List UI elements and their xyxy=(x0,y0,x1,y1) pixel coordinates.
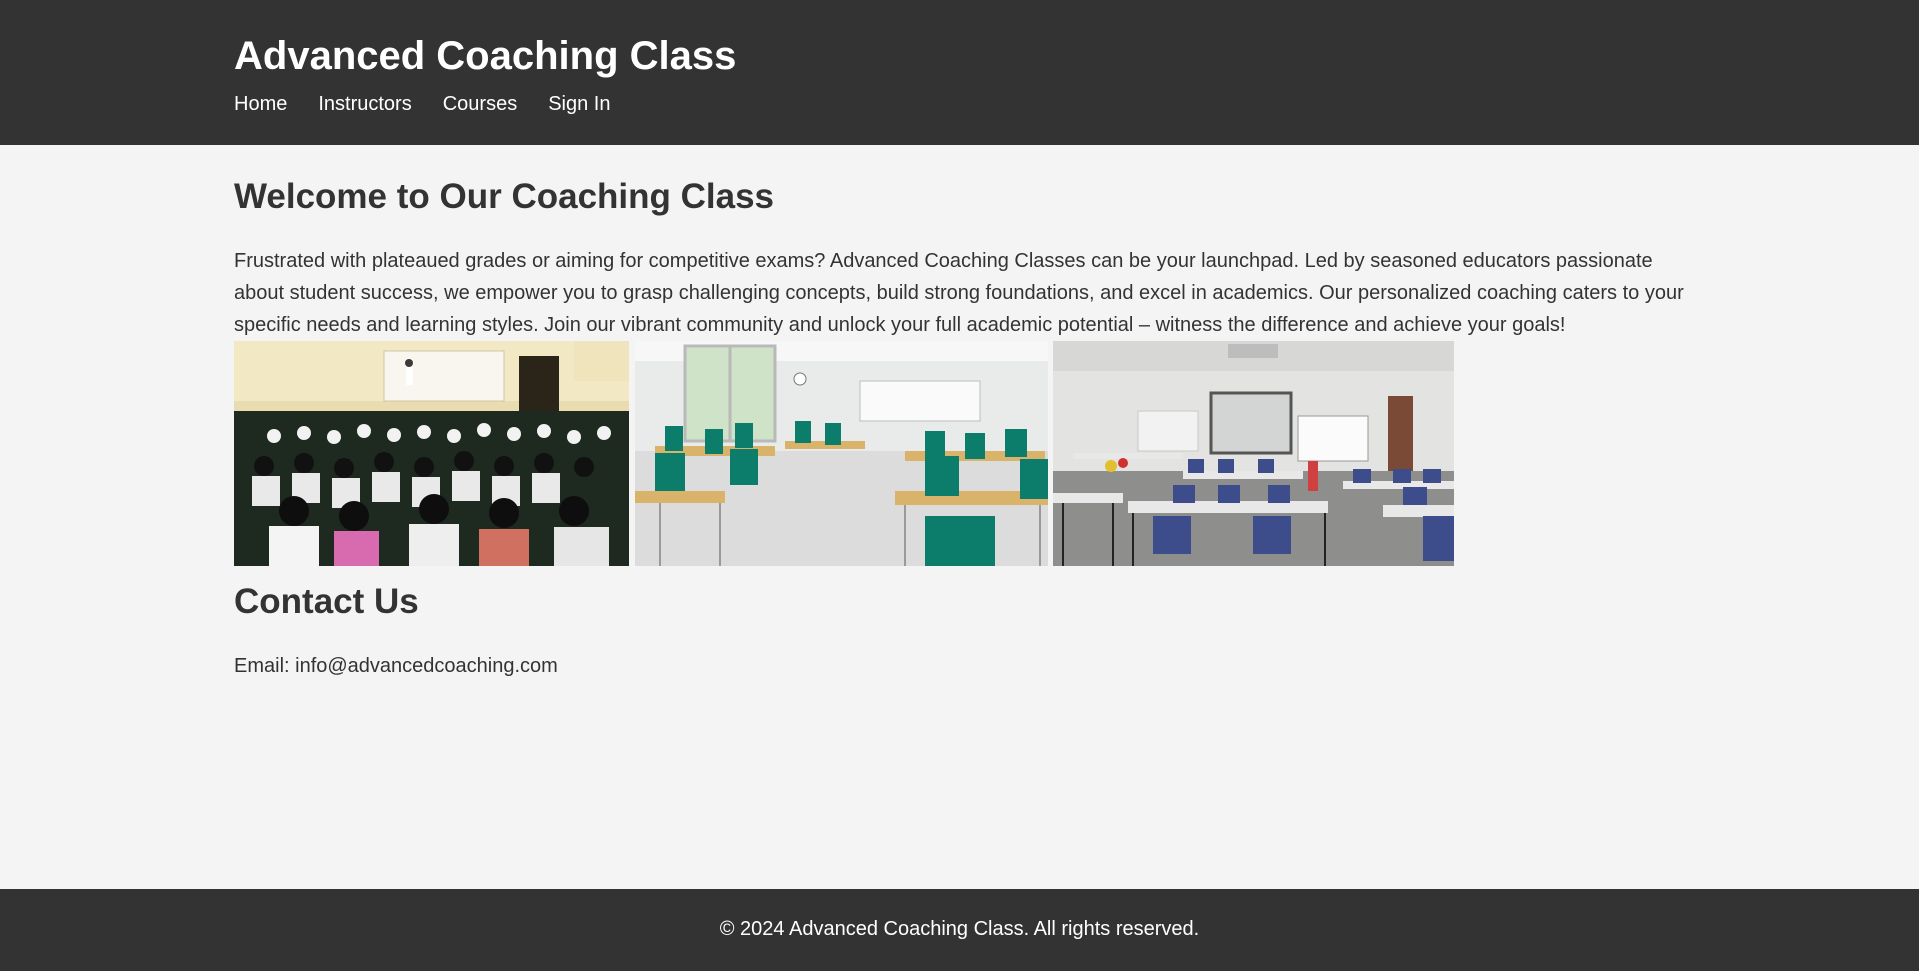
nav-courses-link[interactable]: Courses xyxy=(443,92,517,116)
welcome-heading: Welcome to Our Coaching Class xyxy=(234,177,775,216)
site-title: Advanced Coaching Class xyxy=(234,34,737,78)
blue-chairs-classroom-photo xyxy=(1053,341,1454,566)
lecture-hall-photo xyxy=(234,341,629,566)
green-chairs-classroom-photo xyxy=(635,341,1048,566)
nav-home-link[interactable]: Home xyxy=(234,92,287,116)
nav-instructors-link[interactable]: Instructors xyxy=(318,92,411,116)
contact-heading: Contact Us xyxy=(234,582,419,621)
contact-email: Email: info@advancedcoaching.com xyxy=(234,655,558,677)
intro-paragraph: Frustrated with plateaued grades or aimi… xyxy=(234,250,1684,336)
main-nav: Home Instructors Courses Sign In xyxy=(234,92,641,116)
nav-sign-in-link[interactable]: Sign In xyxy=(548,92,610,116)
footer-copyright: © 2024 Advanced Coaching Class. All righ… xyxy=(719,918,1200,940)
